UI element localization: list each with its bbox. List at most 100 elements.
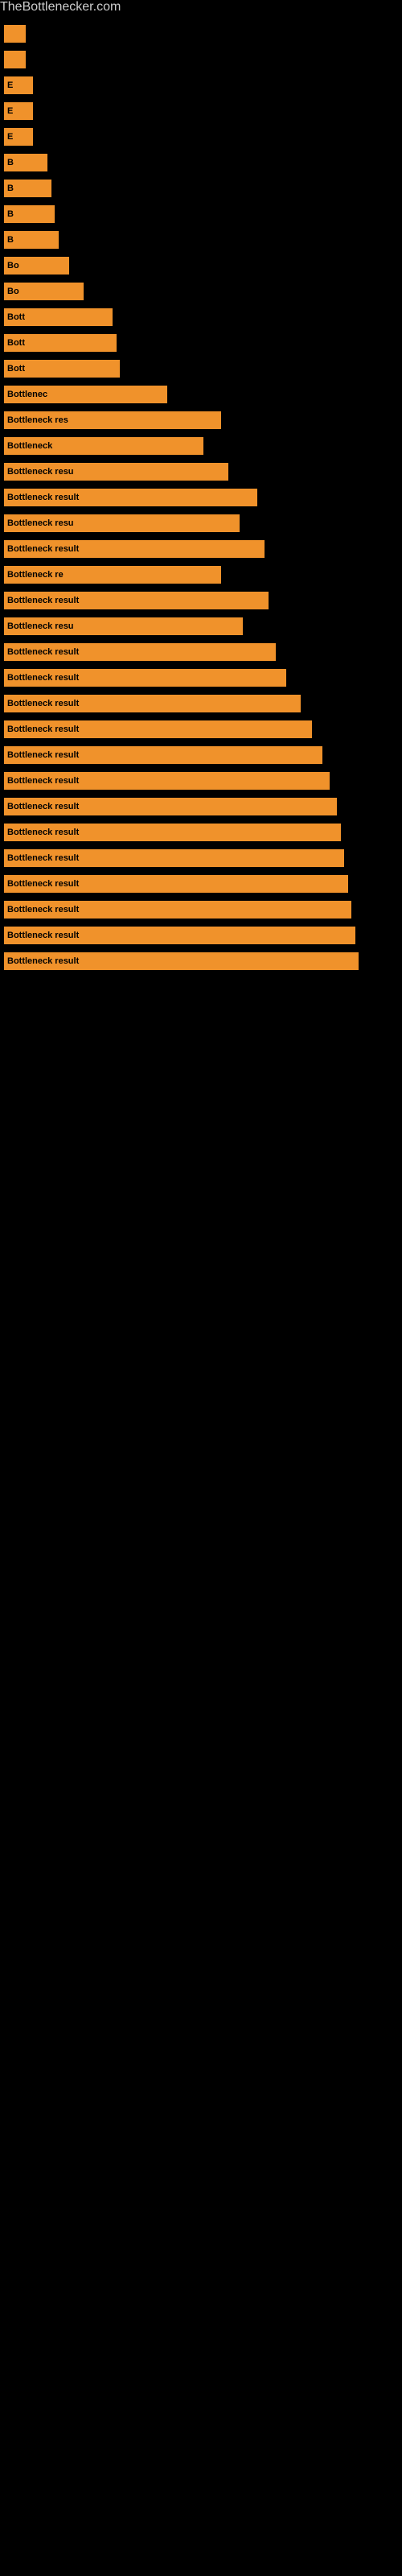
bar-row: Bo: [4, 254, 402, 277]
bar-row: Bottleneck resu: [4, 615, 402, 638]
bar-label: E: [7, 132, 13, 142]
bar-row: Bottleneck result: [4, 795, 402, 818]
bar-label: B: [7, 158, 14, 167]
bar-label: Bo: [7, 261, 19, 270]
bar-label: Bottleneck result: [7, 853, 79, 863]
bar: [4, 25, 26, 43]
bar: Bottleneck result: [4, 798, 337, 815]
bar-label: Bott: [7, 338, 25, 348]
bar: Bottleneck resu: [4, 514, 240, 532]
bar: Bottleneck result: [4, 592, 269, 609]
bar-label: B: [7, 235, 14, 245]
bar: Bottleneck result: [4, 669, 286, 687]
bar: Bottleneck result: [4, 849, 344, 867]
bar-label: Bottleneck result: [7, 956, 79, 966]
bar-label: Bottleneck result: [7, 647, 79, 657]
bar: [4, 51, 26, 68]
bar-row: Bottleneck result: [4, 924, 402, 947]
bar-row: Bottleneck result: [4, 641, 402, 663]
bar: B: [4, 180, 51, 197]
bar-label: Bottleneck result: [7, 828, 79, 837]
bar-label: B: [7, 209, 14, 219]
bar-label: Bottleneck: [7, 441, 52, 451]
bar-row: Bottleneck resu: [4, 460, 402, 483]
bar: Bottleneck result: [4, 746, 322, 764]
bar-label: Bottlenec: [7, 390, 47, 399]
site-title: TheBottlenecker.com: [0, 0, 402, 14]
bar-row: Bottleneck result: [4, 950, 402, 972]
bar-label: Bottleneck result: [7, 673, 79, 683]
bar-row: Bottleneck result: [4, 538, 402, 560]
bar: Bottleneck result: [4, 489, 257, 506]
bar: Bott: [4, 334, 117, 352]
bar-row: Bottleneck result: [4, 873, 402, 895]
bar-label: Bott: [7, 312, 25, 322]
bar: Bottleneck result: [4, 875, 348, 893]
bar-row: B: [4, 203, 402, 225]
bar-label: Bottleneck result: [7, 724, 79, 734]
bar-row: Bottleneck result: [4, 667, 402, 689]
bar-label: E: [7, 80, 13, 90]
bar-label: Bo: [7, 287, 19, 296]
bar-row: Bottleneck re: [4, 564, 402, 586]
bar: Bottlenec: [4, 386, 167, 403]
bar-label: B: [7, 184, 14, 193]
bar-row: Bottleneck result: [4, 486, 402, 509]
bar: Bottleneck result: [4, 824, 341, 841]
bar-row: Bottleneck result: [4, 770, 402, 792]
bar-row: Bottleneck result: [4, 898, 402, 921]
bar: Bottleneck resu: [4, 617, 243, 635]
bar-label: Bottleneck resu: [7, 467, 74, 477]
bar-row: Bott: [4, 306, 402, 328]
bar-row: B: [4, 177, 402, 200]
bar-row: E: [4, 100, 402, 122]
bar-row: Bottleneck result: [4, 692, 402, 715]
bar-label: Bottleneck result: [7, 596, 79, 605]
bar: Bottleneck re: [4, 566, 221, 584]
bar: Bottleneck result: [4, 643, 276, 661]
bar-row: Bottleneck: [4, 435, 402, 457]
bar: Bo: [4, 283, 84, 300]
bar: Bott: [4, 360, 120, 378]
bar-label: Bottleneck result: [7, 699, 79, 708]
bar-row: [4, 23, 402, 45]
bar: Bottleneck result: [4, 952, 359, 970]
bar: Bottleneck: [4, 437, 203, 455]
bar-row: Bo: [4, 280, 402, 303]
bar-row: Bottleneck result: [4, 744, 402, 766]
bar: Bottleneck result: [4, 540, 265, 558]
bar: Bottleneck result: [4, 772, 330, 790]
bar-row: Bottleneck result: [4, 821, 402, 844]
bar-row: Bott: [4, 357, 402, 380]
bar: Bottleneck res: [4, 411, 221, 429]
bar-row: E: [4, 126, 402, 148]
bar: Bo: [4, 257, 69, 275]
bar-label: Bottleneck result: [7, 905, 79, 914]
bar-row: Bottleneck res: [4, 409, 402, 431]
bar-label: Bottleneck result: [7, 931, 79, 940]
bar: E: [4, 128, 33, 146]
bar: Bottleneck resu: [4, 463, 228, 481]
bar: E: [4, 102, 33, 120]
bar-row: Bottleneck result: [4, 718, 402, 741]
bar-row: Bottleneck result: [4, 847, 402, 869]
bar-row: Bottlenec: [4, 383, 402, 406]
bar-label: Bottleneck result: [7, 544, 79, 554]
bar-row: B: [4, 151, 402, 174]
bar-label: Bottleneck result: [7, 802, 79, 811]
bar: Bottleneck result: [4, 901, 351, 919]
bar: Bottleneck result: [4, 720, 312, 738]
bar-row: Bott: [4, 332, 402, 354]
bars-container: E E E B B B B Bo Bo Bott Bott Bott Bottlenec Bottlene…: [0, 14, 402, 976]
bar: B: [4, 154, 47, 171]
bar-label: Bottleneck resu: [7, 621, 74, 631]
bar: Bottleneck result: [4, 927, 355, 944]
bar: B: [4, 205, 55, 223]
bar-label: Bottleneck result: [7, 776, 79, 786]
bar-label: Bottleneck result: [7, 750, 79, 760]
bar: Bott: [4, 308, 113, 326]
bar-row: Bottleneck result: [4, 589, 402, 612]
bar-row: B: [4, 229, 402, 251]
bar-label: Bottleneck res: [7, 415, 68, 425]
bar-label: Bottleneck re: [7, 570, 64, 580]
